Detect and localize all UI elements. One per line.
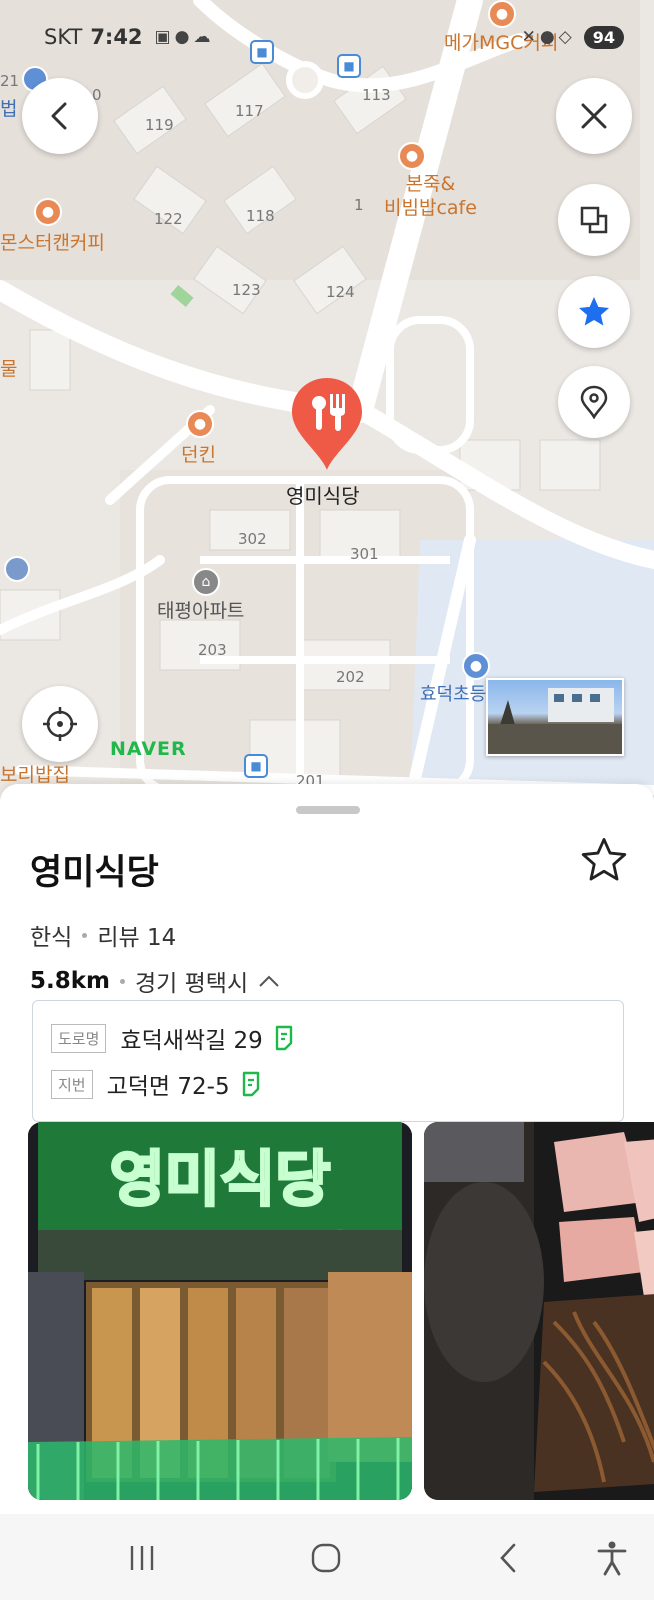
street-view-image [488, 688, 622, 754]
crosshair-icon [43, 707, 77, 741]
home-icon [311, 1543, 341, 1573]
map-view[interactable]: 119 117 113 122 118 123 124 302 301 203 … [0, 0, 654, 800]
place-category: 한식 [30, 925, 73, 951]
map-block-label: 21 [0, 72, 20, 90]
star-icon [579, 297, 609, 326]
bus-stop-icon[interactable]: ■ [244, 754, 268, 778]
chevron-left-icon [51, 102, 67, 130]
separator-dot [120, 978, 126, 984]
status-bar: SKT 7:42 ▣●☁ ✕●◇ 94 [44, 22, 624, 52]
layers-icon [580, 206, 608, 234]
close-icon [581, 103, 607, 129]
place-title: 영미식당 [30, 853, 159, 893]
recent-apps-button[interactable] [122, 1542, 162, 1574]
map-block-label: 301 [350, 545, 379, 563]
address-box: 도로명 효덕새싹길 29 지번 고덕면 72-5 [32, 1000, 624, 1122]
selected-place-marker-icon[interactable] [290, 376, 364, 472]
location-pin-icon [580, 385, 608, 419]
map-poi-label[interactable]: 물 [0, 354, 17, 381]
road-address-text: 효덕새싹길 29 [120, 1028, 263, 1054]
place-detail-sheet[interactable]: 영미식당 한식 리뷰 14 5.8km 경기 평택시 도로명 효덕새싹길 29 … [0, 784, 654, 1514]
food-photo[interactable] [424, 1122, 654, 1500]
separator-dot [82, 932, 88, 938]
map-block-label: 124 [326, 283, 355, 301]
selected-place-label[interactable]: 영미식당 [286, 480, 360, 509]
chevron-up-icon[interactable] [258, 974, 280, 988]
building-poi-icon[interactable] [4, 556, 30, 582]
home-button[interactable] [306, 1540, 346, 1576]
neon-sign-text: 영미식당 [110, 1145, 331, 1215]
clock: 7:42 [90, 25, 143, 49]
star-outline-icon [581, 838, 627, 881]
apartment-poi-icon[interactable]: ⌂ [192, 568, 220, 596]
map-block-label: 203 [198, 641, 227, 659]
map-block-label: 123 [232, 281, 261, 299]
street-view-thumbnail[interactable] [486, 678, 624, 756]
save-place-button[interactable] [578, 834, 630, 886]
accessibility-button[interactable] [594, 1538, 630, 1578]
grilled-pork-image [424, 1122, 654, 1500]
system-back-button[interactable] [492, 1540, 524, 1576]
map-block-label: 1 [354, 196, 364, 214]
distance-label: 5.8km [30, 968, 111, 994]
layers-button[interactable] [558, 184, 630, 256]
lot-address-text: 고덕면 72-5 [106, 1074, 230, 1100]
sheet-drag-handle[interactable] [296, 806, 360, 814]
bakery-poi-icon[interactable]: ● [186, 410, 214, 438]
storefront-photo[interactable]: 영미식당 [28, 1122, 412, 1500]
cafe-poi-icon[interactable]: ● [34, 198, 62, 226]
map-block-label: 122 [154, 210, 183, 228]
place-meta: 한식 리뷰 14 [30, 918, 176, 952]
notification-icons: ▣●☁ [154, 27, 215, 47]
map-block-label: 118 [246, 207, 275, 225]
back-arrow-icon [500, 1543, 516, 1573]
copy-icon[interactable] [240, 1071, 262, 1097]
photo-carousel[interactable]: 영미식당 [28, 1122, 654, 1500]
close-button[interactable] [556, 78, 632, 154]
map-poi-label[interactable]: 태평아파트 [157, 596, 244, 623]
road-address-tag: 도로명 [51, 1023, 107, 1053]
map-poi-label[interactable]: 본죽& 비빔밥cafe [384, 172, 477, 220]
map-poi-label[interactable]: 법 [0, 94, 17, 121]
cafe-poi-icon[interactable]: ● [398, 142, 426, 170]
map-block-label: 113 [362, 86, 391, 104]
accessibility-icon [597, 1541, 627, 1576]
road-address-row: 도로명 효덕새싹길 29 [51, 1021, 295, 1055]
back-button[interactable] [22, 78, 98, 154]
map-block-label: 119 [145, 116, 174, 134]
map-block-label: 202 [336, 668, 365, 686]
place-location-row[interactable]: 5.8km 경기 평택시 [30, 964, 280, 998]
location-pin-button[interactable] [558, 366, 630, 438]
map-poi-label[interactable]: 보리밥집 [0, 760, 70, 787]
carrier-label: SKT [44, 25, 83, 49]
signal-icons: ✕●◇ [521, 27, 576, 47]
storefront-image: 영미식당 [28, 1122, 412, 1500]
naver-logo: NAVER [110, 738, 187, 760]
system-nav-bar [0, 1514, 654, 1600]
map-block-label: 302 [238, 530, 267, 548]
map-poi-label[interactable]: 던킨 [181, 440, 216, 467]
lot-address-row: 지번 고덕면 72-5 [51, 1067, 262, 1101]
region-label: 경기 평택시 [135, 971, 249, 997]
bus-stop-icon[interactable]: ■ [337, 54, 361, 78]
lot-address-tag: 지번 [51, 1069, 93, 1099]
my-location-button[interactable] [22, 686, 98, 762]
recent-apps-icon [130, 1546, 154, 1570]
favorite-map-button[interactable] [558, 276, 630, 348]
battery-indicator: 94 [583, 25, 624, 49]
review-count-link[interactable]: 리뷰 14 [97, 918, 176, 952]
map-poi-label[interactable]: 몬스터캔커피 [0, 228, 105, 255]
map-poi-label[interactable]: 효덕초등 [420, 680, 486, 706]
map-block-label: 117 [235, 102, 264, 120]
school-poi-icon[interactable]: ● [462, 652, 490, 680]
copy-icon[interactable] [273, 1025, 295, 1051]
